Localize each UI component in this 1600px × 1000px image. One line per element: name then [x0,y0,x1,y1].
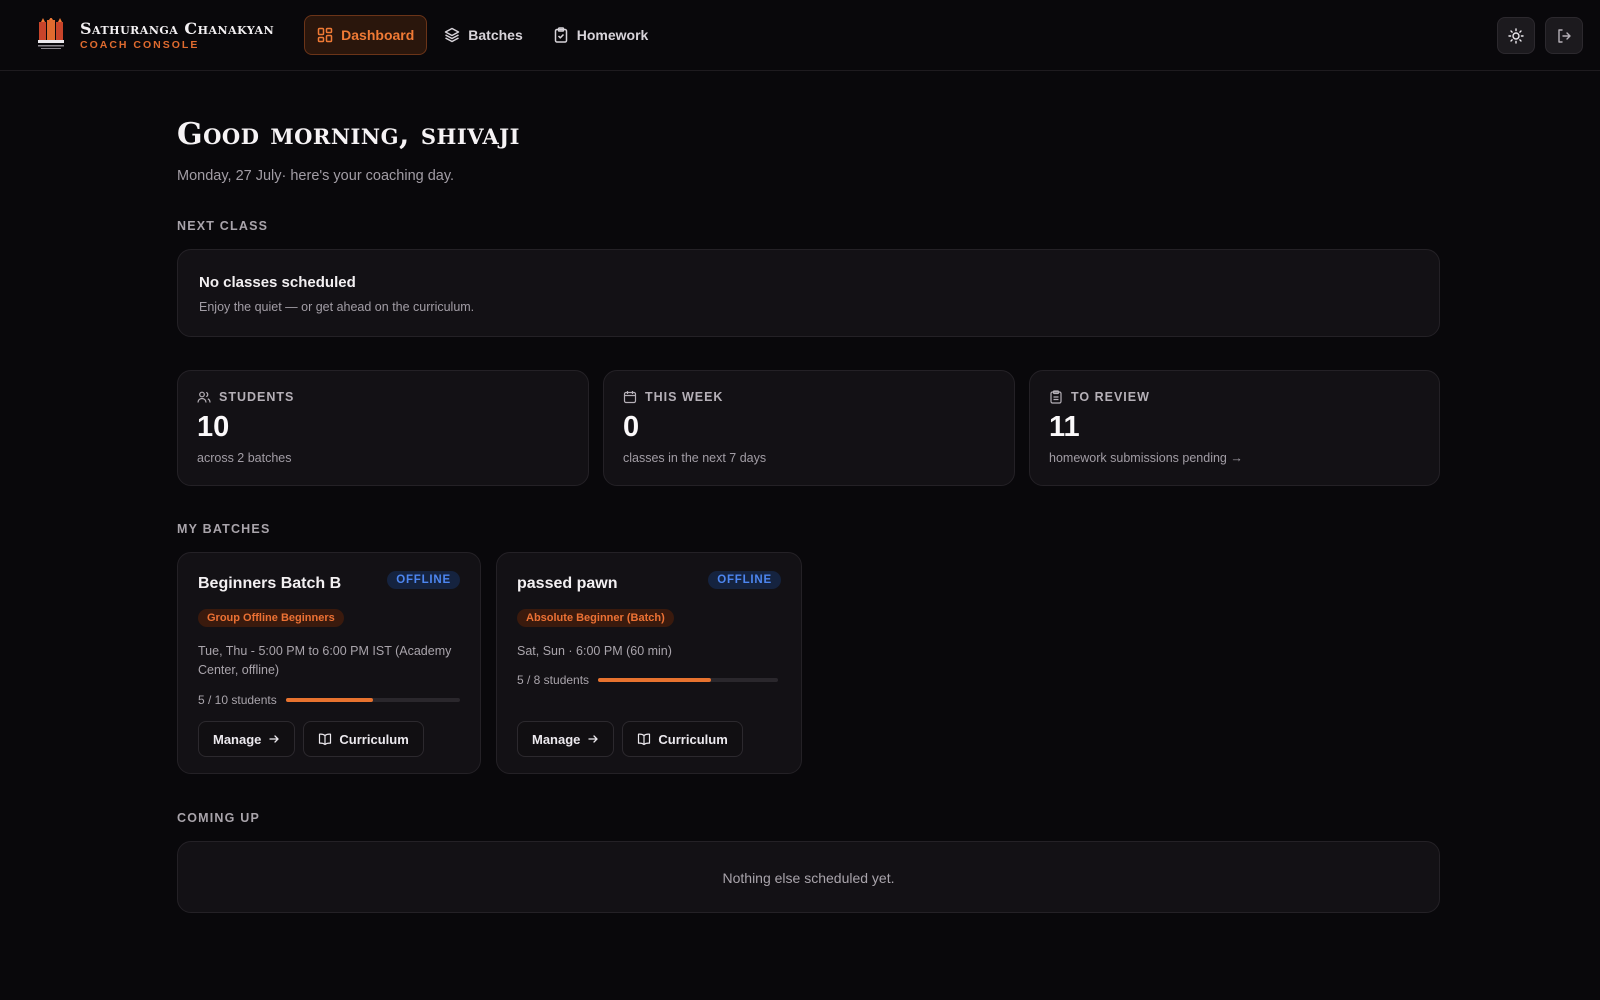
stat-card-students: STUDENTS 10 across 2 batches [177,370,589,486]
capacity-bar-fill [285,698,373,702]
nav-homework-label: Homework [576,27,649,43]
users-icon [197,391,211,403]
batch-name: Beginners Batch B [198,575,342,592]
theme-toggle-button[interactable] [1497,17,1535,54]
schedule-line: Tue, Thu - 5:00 PM to 6:00 PM IST (Acade… [198,644,452,658]
brand-subtitle: COACH CONSOLE [80,39,200,51]
my-batches-label: MY BATCHES [177,522,271,536]
stat-value: 10 [197,411,230,443]
level-badge: Absolute Beginner (Batch) [517,609,674,627]
stat-card-this-week: THIS WEEK 0 classes in the next 7 days [603,370,1015,486]
curriculum-label: Curriculum [339,731,409,747]
next-class-desc: Enjoy the quiet — or get ahead on the cu… [199,300,475,314]
next-class-card: No classes scheduled Enjoy the quiet — o… [177,249,1440,337]
coming-up-card: Nothing else scheduled yet. [177,841,1440,913]
brand-name: Sathuranga Chanakyan [80,19,275,38]
book-open-icon [638,733,651,746]
nav-dashboard-label: Dashboard [341,27,415,43]
logout-button[interactable] [1545,17,1583,54]
capacity-row: 5 / 10 students [198,693,460,707]
coming-up-label: COMING UP [177,811,261,825]
level-badge: Group Offline Beginners [198,609,344,627]
manage-button[interactable]: Manage [517,721,615,757]
brand[interactable]: Sathuranga Chanakyan COACH CONSOLE [36,18,274,52]
curriculum-button[interactable]: Curriculum [303,721,424,757]
schedule-line: Center, offline) [198,663,280,677]
curriculum-button[interactable]: Curriculum [622,721,743,757]
capacity-text: 5 / 10 students [198,693,277,707]
arrow-right-icon [269,735,280,743]
page-title: Good morning, shivaji [177,117,520,152]
manage-label: Manage [532,731,581,747]
stat-value: 11 [1049,411,1080,443]
batch-schedule: Sat, Sun · 6:00 PM (60 min) [517,642,672,661]
sun-icon [1508,27,1524,44]
curriculum-label: Curriculum [658,731,728,747]
stat-value: 0 [623,411,640,443]
logout-icon [1558,28,1571,43]
batch-card: passed pawn OFFLINE Absolute Beginner (B… [496,552,802,774]
manage-button[interactable]: Manage [198,721,296,757]
top-bar: Sathuranga Chanakyan COACH CONSOLE Dashb… [0,0,1600,71]
nav-batches-label: Batches [468,27,523,43]
batch-schedule: Tue, Thu - 5:00 PM to 6:00 PM IST (Acade… [198,642,451,680]
main-nav: Dashboard Batches Homework [304,15,665,55]
capacity-bar [285,698,460,702]
clipboard-check-icon [554,27,567,43]
mode-badge: OFFLINE [387,571,460,589]
stat-card-to-review[interactable]: TO REVIEW 11 homework submissions pendin… [1029,370,1440,486]
capacity-bar-fill [598,678,711,682]
next-class-label: NEXT CLASS [177,219,269,233]
top-actions [1487,17,1583,54]
capacity-row: 5 / 8 students [517,673,779,687]
capacity-text: 5 / 8 students [517,673,590,687]
stat-subtext: homework submissions pending → [1049,451,1243,465]
stat-label: THIS WEEK [645,390,724,404]
clipboard-icon [1050,390,1062,404]
schedule-line: Sat, Sun · 6:00 PM (60 min) [517,644,672,658]
manage-label: Manage [213,731,262,747]
capacity-bar [598,678,779,682]
layers-icon [445,27,460,43]
book-open-icon [319,733,332,746]
page-subtitle: Monday, 27 July· here's your coaching da… [177,168,455,184]
stat-subtext: across 2 batches [197,451,292,465]
arrow-right-icon [588,735,599,743]
grid-icon [317,27,333,43]
mode-badge: OFFLINE [708,571,781,589]
empty-state-message: Nothing else scheduled yet. [722,870,895,886]
batch-card: Beginners Batch B OFFLINE Group Offline … [177,552,481,774]
calendar-icon [623,391,637,404]
stat-subtext: classes in the next 7 days [623,451,767,465]
batch-name: passed pawn [517,575,618,592]
next-class-title: No classes scheduled [199,274,356,291]
stat-label: TO REVIEW [1071,390,1150,404]
nav-dashboard[interactable]: Dashboard [304,15,428,55]
nav-batches[interactable]: Batches [431,15,535,55]
stat-label: STUDENTS [219,390,295,404]
nav-homework[interactable]: Homework [540,15,662,55]
logo [38,18,64,49]
